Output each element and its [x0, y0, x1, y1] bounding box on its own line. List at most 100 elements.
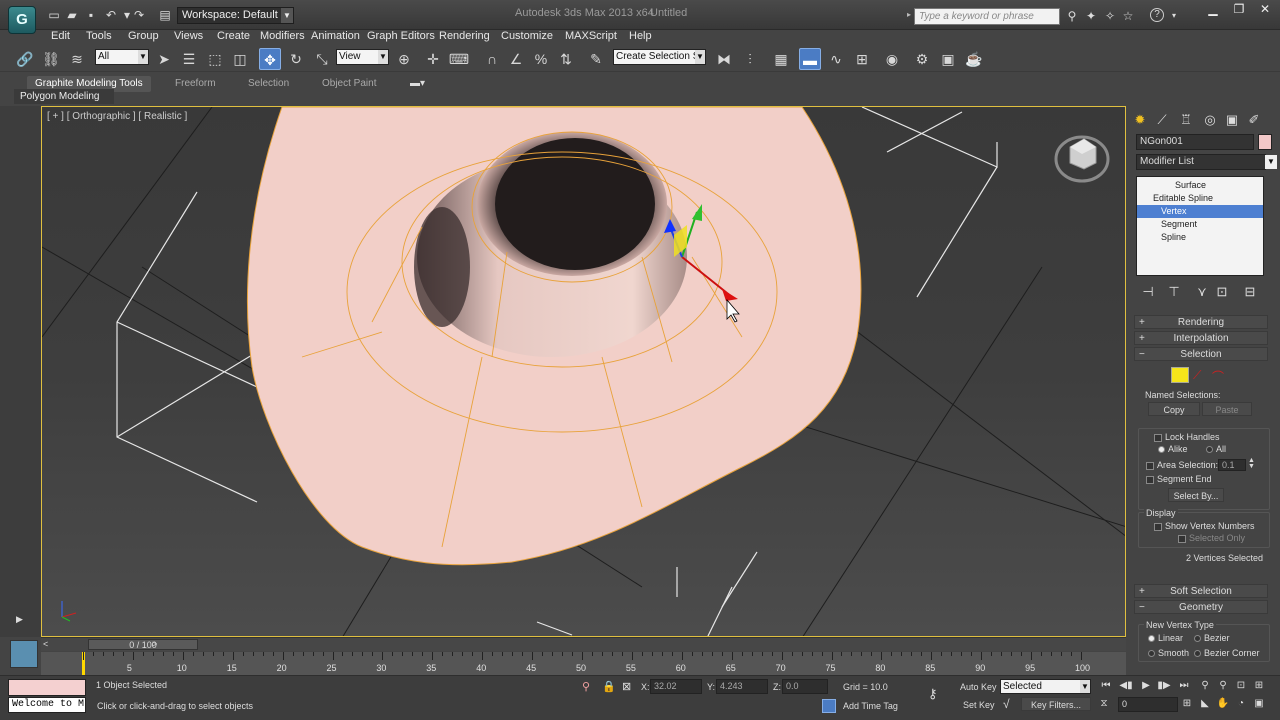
modify-tab-icon[interactable]: ⟋ — [1152, 110, 1172, 130]
lock-handles-checkbox[interactable]: Lock Handles — [1154, 432, 1220, 442]
edit-named-selection-icon[interactable]: ✎ — [585, 48, 607, 70]
motion-tab-icon[interactable]: ◎ — [1200, 110, 1220, 130]
help-dropdown-icon[interactable]: ▾ — [1166, 8, 1182, 24]
menu-maxscript[interactable]: MAXScript — [565, 28, 617, 44]
workspace-select[interactable]: Workspace: Default ▼ — [177, 7, 294, 24]
binoculars-icon[interactable]: ⚲ — [1064, 8, 1080, 24]
key-filters-button[interactable]: Key Filters... — [1021, 697, 1091, 711]
new-file-icon[interactable]: ▭ — [46, 8, 62, 23]
rollout-geometry[interactable]: − Geometry — [1134, 600, 1268, 614]
rectangular-selection-icon[interactable]: ⬚ — [204, 48, 226, 70]
menu-customize[interactable]: Customize — [501, 28, 553, 44]
select-object-icon[interactable]: ➤ — [153, 48, 175, 70]
render-production-icon[interactable]: ☕ — [963, 48, 985, 70]
vertex-mode-icon[interactable] — [1171, 367, 1189, 383]
rollout-rendering[interactable]: + Rendering — [1134, 315, 1268, 329]
show-vertex-numbers-checkbox[interactable]: Show Vertex Numbers — [1154, 521, 1255, 531]
maximize-viewport-icon[interactable]: ▣ — [1250, 696, 1268, 712]
menu-group[interactable]: Group — [128, 28, 159, 44]
previous-frame-icon[interactable]: ◀▮ — [1117, 678, 1135, 694]
window-crossing-icon[interactable]: ◫ — [229, 48, 251, 70]
utilities-tab-icon[interactable]: ✐ — [1244, 110, 1264, 130]
viewport-perspective[interactable]: [ + ] [ Orthographic ] [ Realistic ] — [41, 106, 1126, 637]
viewcube-icon[interactable] — [1054, 135, 1110, 183]
time-slider[interactable]: < 0 / 100 > — [41, 637, 1126, 651]
render-setup-icon[interactable]: ⚙ — [911, 48, 933, 70]
menu-graph-editors[interactable]: Graph Editors — [367, 28, 435, 44]
smooth-radio[interactable]: Smooth — [1148, 648, 1189, 658]
copy-button[interactable]: Copy — [1148, 402, 1200, 416]
menu-create[interactable]: Create — [217, 28, 250, 44]
set-key-button[interactable]: Set Key — [963, 700, 995, 710]
select-and-scale-icon[interactable]: ⤡ — [311, 48, 333, 70]
menu-tools[interactable]: Tools — [86, 28, 112, 44]
favorites-star-icon[interactable]: ☆ — [1120, 8, 1136, 24]
current-frame-field[interactable]: 0 — [1118, 697, 1178, 712]
zoom-all-icon[interactable]: ⚲ — [1214, 678, 1232, 694]
search-input[interactable]: Type a keyword or phrase — [914, 8, 1060, 25]
configure-modifier-sets-icon[interactable]: ⊟ — [1240, 282, 1260, 302]
modifier-stack[interactable]: Surface Editable Spline Vertex Segment S… — [1136, 176, 1264, 276]
select-and-rotate-icon[interactable]: ↻ — [285, 48, 307, 70]
auto-key-button[interactable]: Auto Key — [960, 682, 997, 692]
selected-only-checkbox[interactable]: Selected Only — [1178, 533, 1245, 543]
spline-mode-icon[interactable]: ⌒ — [1212, 368, 1224, 385]
menu-edit[interactable]: Edit — [51, 28, 70, 44]
stack-item-surface[interactable]: Surface — [1137, 179, 1263, 192]
pan-view-icon[interactable]: ✋ — [1214, 696, 1232, 712]
bind-space-warp-icon[interactable]: ≋ — [66, 48, 88, 70]
tab-object-paint[interactable]: Object Paint — [322, 76, 376, 92]
play-icon[interactable]: ▶ — [1137, 678, 1155, 694]
next-frame-icon[interactable]: ▮▶ — [1155, 678, 1173, 694]
select-and-move-icon[interactable]: ✥ — [259, 48, 281, 70]
linear-radio[interactable]: Linear — [1148, 633, 1183, 643]
ribbon-options-icon[interactable]: ▬▾ — [410, 76, 425, 92]
maxscript-listener-output[interactable]: Welcome to M — [8, 697, 86, 713]
schematic-view-icon[interactable]: ⊞ — [851, 48, 873, 70]
rollout-interpolation[interactable]: + Interpolation — [1134, 331, 1268, 345]
expand-arrow-icon[interactable]: ▶ — [16, 614, 23, 625]
curve-editor-icon[interactable]: ∿ — [825, 48, 847, 70]
isolate-selection-icon[interactable]: ⚲ — [582, 680, 590, 693]
object-name-field[interactable]: NGon001 — [1136, 134, 1254, 150]
time-configuration-icon[interactable]: ⊞ — [1178, 696, 1196, 712]
key-mode-icon[interactable]: √ — [1003, 697, 1010, 711]
viewport-label[interactable]: [ + ] [ Orthographic ] [ Realistic ] — [47, 111, 187, 122]
stack-item-vertex[interactable]: Vertex — [1137, 205, 1263, 218]
select-by-button[interactable]: Select By... — [1168, 488, 1224, 502]
select-by-name-icon[interactable]: ☰ — [178, 48, 200, 70]
stack-item-segment[interactable]: Segment — [1137, 218, 1263, 231]
modifier-list-dropdown[interactable]: Modifier List ▼ — [1136, 154, 1277, 170]
redo-icon[interactable]: ↷ — [131, 8, 147, 23]
make-unique-icon[interactable]: ⋎ — [1192, 282, 1212, 302]
undo-icon[interactable]: ↶ — [103, 8, 119, 23]
unlink-icon[interactable]: ⛓ — [40, 48, 62, 70]
polygon-modeling-panel[interactable]: Polygon Modeling — [14, 89, 114, 104]
tab-freeform[interactable]: Freeform — [175, 76, 216, 92]
key-mode-toggle-icon[interactable]: ⧖ — [1095, 696, 1113, 712]
time-slider-thumb[interactable]: 0 / 100 — [88, 639, 198, 650]
spinner-snap-icon[interactable]: ⇅ — [555, 48, 577, 70]
paste-button[interactable]: Paste — [1202, 402, 1252, 416]
all-radio[interactable]: All — [1206, 444, 1226, 454]
align-icon[interactable]: ⫶ — [739, 48, 761, 70]
menu-help[interactable]: Help — [629, 28, 652, 44]
key-filter-dropdown[interactable]: Selected ▼ — [1000, 679, 1091, 694]
bezier-radio[interactable]: Bezier — [1194, 633, 1230, 643]
create-tab-icon[interactable]: ✹ — [1130, 110, 1150, 130]
angle-snap-icon[interactable]: ∠ — [505, 48, 527, 70]
communication-icon[interactable]: ✧ — [1102, 8, 1118, 24]
menu-views[interactable]: Views — [174, 28, 203, 44]
project-folder-icon[interactable]: ▤ — [157, 8, 173, 23]
rollout-soft-selection[interactable]: + Soft Selection — [1134, 584, 1268, 598]
area-selection-spinner[interactable]: 0.1 — [1218, 459, 1246, 471]
percent-snap-icon[interactable]: % — [530, 48, 552, 70]
set-key-icon[interactable]: ⚷ — [928, 686, 938, 702]
selection-lock-icon[interactable]: 🔒 — [602, 680, 616, 693]
help-icon[interactable]: ? — [1150, 8, 1164, 22]
menu-modifiers[interactable]: Modifiers — [260, 28, 305, 44]
x-coordinate-field[interactable]: 32.02 — [650, 679, 702, 694]
field-of-view-icon[interactable]: ◣ — [1196, 696, 1214, 712]
rendered-frame-window-icon[interactable]: ▣ — [937, 48, 959, 70]
selection-filter-dropdown[interactable]: All ▼ — [95, 49, 149, 65]
